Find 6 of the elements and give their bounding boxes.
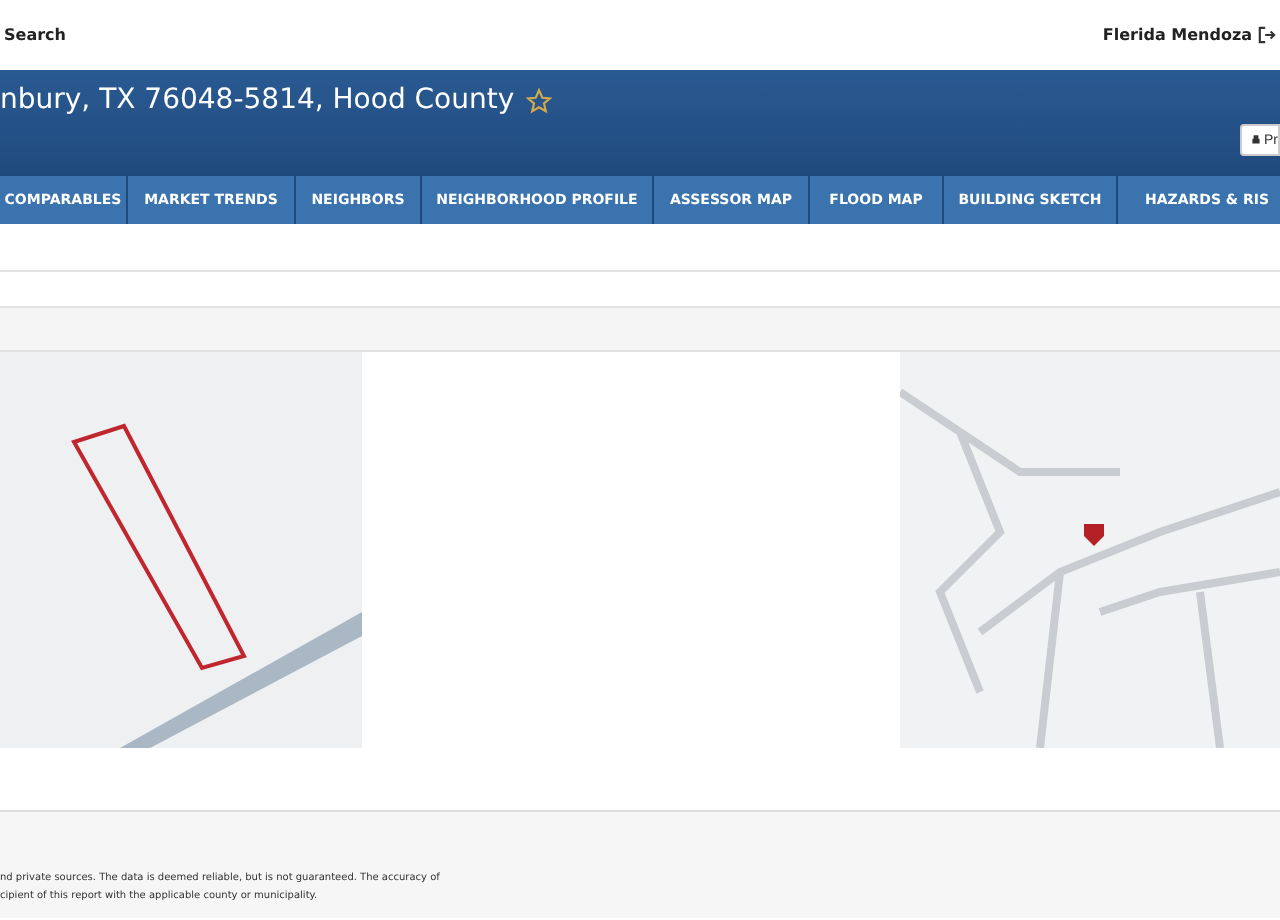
printer-icon — [1250, 134, 1262, 146]
search-link[interactable]: Search — [4, 26, 66, 44]
user-name[interactable]: Flerida Mendoza — [1102, 26, 1252, 44]
property-address: nbury, TX 76048-5814, Hood County — [0, 84, 515, 116]
star-icon[interactable] — [526, 87, 553, 113]
sign-out-icon[interactable] — [1258, 26, 1276, 44]
